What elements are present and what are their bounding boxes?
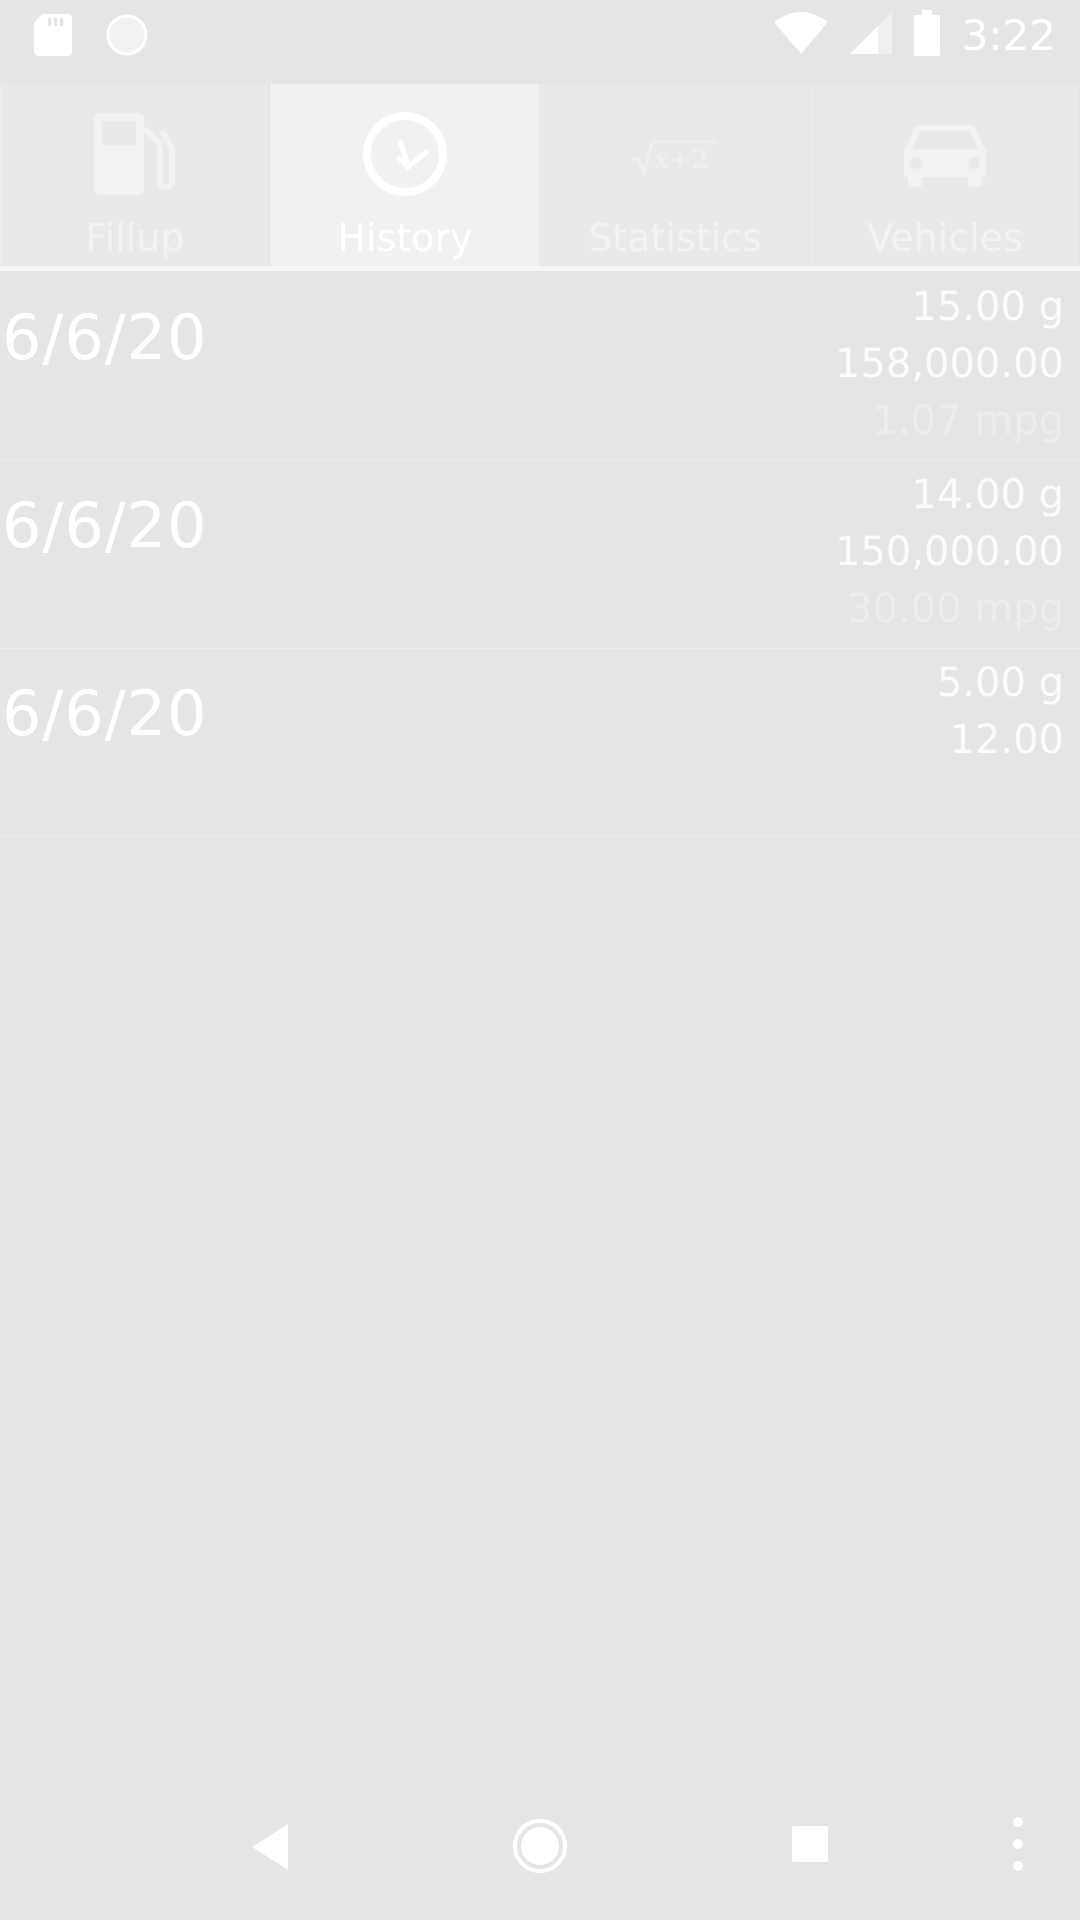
history-row[interactable]: 6/6/20 15.00 g 158,000.00 1.07 mpg <box>0 273 1080 461</box>
status-time: 3:22 <box>961 10 1056 60</box>
row-odometer: 150,000.00 <box>834 529 1064 575</box>
clock-icon <box>360 104 450 204</box>
fuel-pump-icon <box>90 104 180 204</box>
row-values: 5.00 g 12.00 <box>937 655 1064 769</box>
status-bar: 3:22 <box>0 0 1080 72</box>
tab-vehicles[interactable]: Vehicles <box>810 84 1080 268</box>
signal-icon <box>849 12 892 58</box>
row-mpg: 1.07 mpg <box>872 398 1064 444</box>
row-gallons: 5.00 g <box>936 660 1064 706</box>
row-odometer: 12.00 <box>949 717 1064 763</box>
tab-bar: Fillup History x+2 Statistics Vehicles <box>0 84 1080 268</box>
row-gallons: 15.00 g <box>911 284 1064 330</box>
tab-label: Vehicles <box>867 216 1023 260</box>
row-values: 15.00 g 158,000.00 1.07 mpg <box>835 279 1064 450</box>
back-icon[interactable] <box>248 1822 292 1876</box>
overflow-menu-icon[interactable] <box>1008 1814 1028 1878</box>
row-odometer: 158,000.00 <box>834 341 1064 387</box>
row-date: 6/6/20 <box>2 301 208 374</box>
tab-fillup[interactable]: Fillup <box>0 84 270 268</box>
home-icon[interactable] <box>512 1818 568 1878</box>
tab-label: Fillup <box>85 216 185 260</box>
battery-icon <box>913 10 940 60</box>
wifi-icon <box>773 12 828 58</box>
tab-indicator <box>0 266 1080 271</box>
tab-label: History <box>337 216 473 260</box>
history-row[interactable]: 6/6/20 5.00 g 12.00 <box>0 649 1080 837</box>
navigation-bar <box>0 1800 1080 1920</box>
row-mpg: 30.00 mpg <box>847 586 1064 632</box>
history-list: 6/6/20 15.00 g 158,000.00 1.07 mpg 6/6/2… <box>0 273 1080 837</box>
sqrt-formula-icon: x+2 <box>630 104 720 204</box>
row-date: 6/6/20 <box>2 677 208 750</box>
row-values: 14.00 g 150,000.00 30.00 mpg <box>835 467 1064 638</box>
car-icon <box>900 104 990 204</box>
row-date: 6/6/20 <box>2 489 208 562</box>
sd-card-icon <box>34 14 72 60</box>
recents-icon[interactable] <box>790 1824 830 1868</box>
history-row[interactable]: 6/6/20 14.00 g 150,000.00 30.00 mpg <box>0 461 1080 649</box>
sync-circle-icon <box>106 14 148 60</box>
svg-text:x+2: x+2 <box>654 145 709 175</box>
row-gallons: 14.00 g <box>911 472 1064 518</box>
tab-history[interactable]: History <box>270 84 540 268</box>
tab-label: Statistics <box>588 216 762 260</box>
tab-statistics[interactable]: x+2 Statistics <box>540 84 810 268</box>
